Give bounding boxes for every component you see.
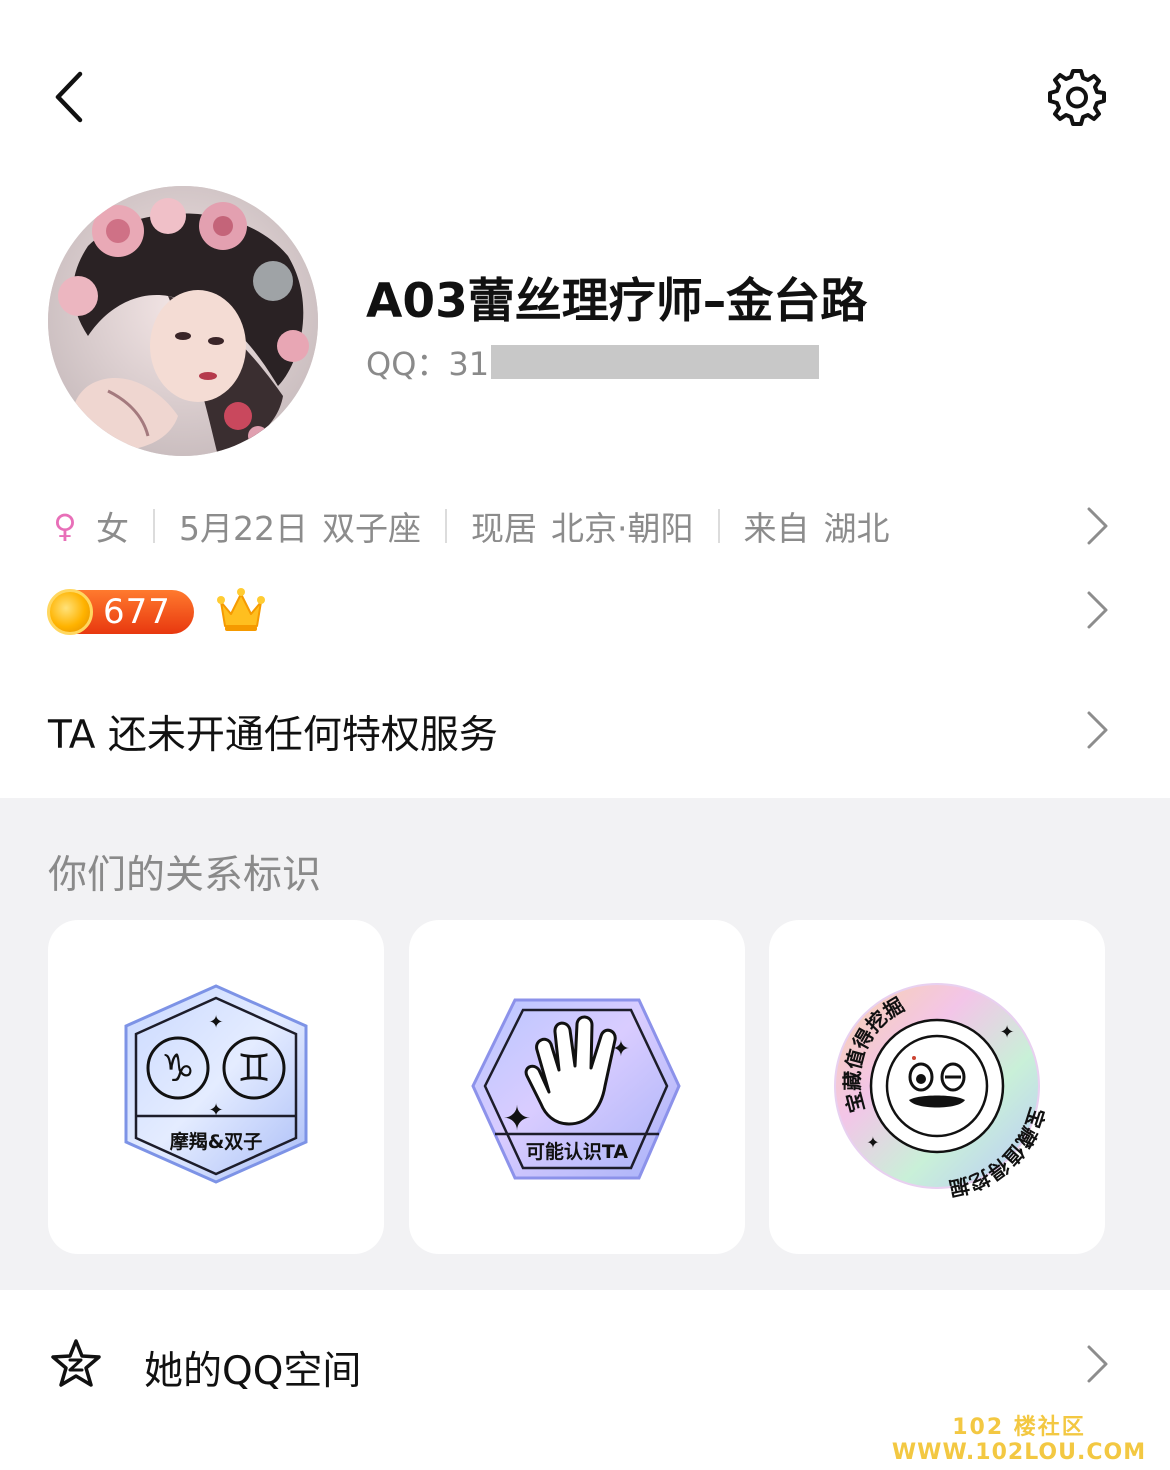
gender-text: 女: [96, 509, 129, 548]
back-button[interactable]: [42, 62, 102, 132]
waving-hand-icon: ✦ ✦ 可能认识TA: [471, 998, 681, 1180]
svg-text:✦: ✦: [999, 1022, 1014, 1043]
profile-page: A03蕾丝理疗师–金台路 QQ：31 ♀ 女 5月22日 双子座 现居 北京·朝…: [0, 0, 1170, 1470]
treasure-face-icon: 宝藏值得挖掘 宝藏值得挖掘 ✦ ✦: [834, 983, 1050, 1201]
level-badge: 677: [47, 589, 194, 635]
relationship-title: 你们的关系标识: [48, 853, 322, 898]
svg-text:♑: ♑: [161, 1046, 195, 1090]
site-watermark: 102 楼社区 WWW.102LOU.COM: [884, 1416, 1154, 1466]
birthday-text: 5月22日: [179, 509, 308, 548]
residence-text: 北京·朝阳: [551, 509, 694, 548]
divider: [445, 509, 447, 543]
privilege-text: TA 还未开通任何特权服务: [48, 713, 498, 758]
chevron-right-icon: [1087, 507, 1108, 545]
qq-number: QQ：31: [366, 345, 490, 383]
settings-button[interactable]: [1046, 66, 1108, 128]
svg-text:✦: ✦: [503, 1099, 532, 1139]
basic-info-row[interactable]: ♀ 女 5月22日 双子座 现居 北京·朝阳 来自 湖北: [48, 496, 1120, 556]
svg-text:♊: ♊: [237, 1046, 271, 1090]
svg-text:✦: ✦: [208, 1100, 223, 1121]
watermark-line1: 102 楼社区: [952, 1415, 1086, 1440]
privilege-row[interactable]: TA 还未开通任何特权服务: [48, 696, 1120, 766]
relationship-badge-zodiac[interactable]: ♑ ♊ ✦ ✦ 摩羯&双子: [48, 920, 384, 1254]
svg-text:✦: ✦: [208, 1012, 223, 1033]
qq-number-row: QQ：31: [366, 340, 820, 384]
chevron-right-icon: [1087, 591, 1108, 629]
chevron-left-icon: [55, 71, 83, 123]
avatar[interactable]: [48, 186, 318, 456]
svg-text:✦: ✦: [866, 1133, 879, 1152]
may-know-badge-label: 可能认识TA: [526, 1140, 628, 1163]
watermark-line2: WWW.102LOU.COM: [891, 1440, 1147, 1465]
chevron-right-icon: [1087, 711, 1108, 749]
qzone-row[interactable]: 她的QQ空间: [48, 1330, 1120, 1400]
divider: [153, 509, 155, 543]
gear-icon: [1048, 69, 1106, 126]
female-icon: ♀: [53, 507, 77, 545]
level-value: 677: [103, 592, 171, 632]
zodiac-text: 双子座: [322, 509, 421, 548]
level-row[interactable]: 677: [47, 584, 1120, 640]
svg-text:✦: ✦: [612, 1037, 630, 1062]
relationship-badge-may-know[interactable]: ✦ ✦ 可能认识TA: [409, 920, 745, 1254]
crown-icon: [217, 588, 265, 631]
qzone-label: 她的QQ空间: [144, 1349, 362, 1394]
qq-number-redaction: [491, 345, 820, 379]
top-bar: [0, 0, 1170, 190]
qzone-star-icon: [51, 1339, 101, 1387]
chevron-right-icon: [1087, 1345, 1108, 1383]
hometown-label: 来自: [743, 509, 810, 548]
relationship-badge-treasure[interactable]: 宝藏值得挖掘 宝藏值得挖掘 ✦ ✦: [769, 920, 1105, 1254]
relationship-section: 你们的关系标识 ♑ ♊ ✦ ✦ 摩羯&双子 ✦ ✦ 可能认识TA 宝藏值得挖掘 …: [0, 798, 1170, 1290]
residence-label: 现居: [471, 509, 537, 548]
divider: [717, 509, 720, 543]
nickname: A03蕾丝理疗师–金台路: [366, 274, 868, 329]
capricorn-gemini-icon: ♑ ♊ ✦ ✦ 摩羯&双子: [124, 984, 308, 1184]
sun-coin-icon: [47, 589, 93, 635]
zodiac-badge-label: 摩羯&双子: [170, 1130, 263, 1153]
hometown-text: 湖北: [823, 509, 890, 548]
